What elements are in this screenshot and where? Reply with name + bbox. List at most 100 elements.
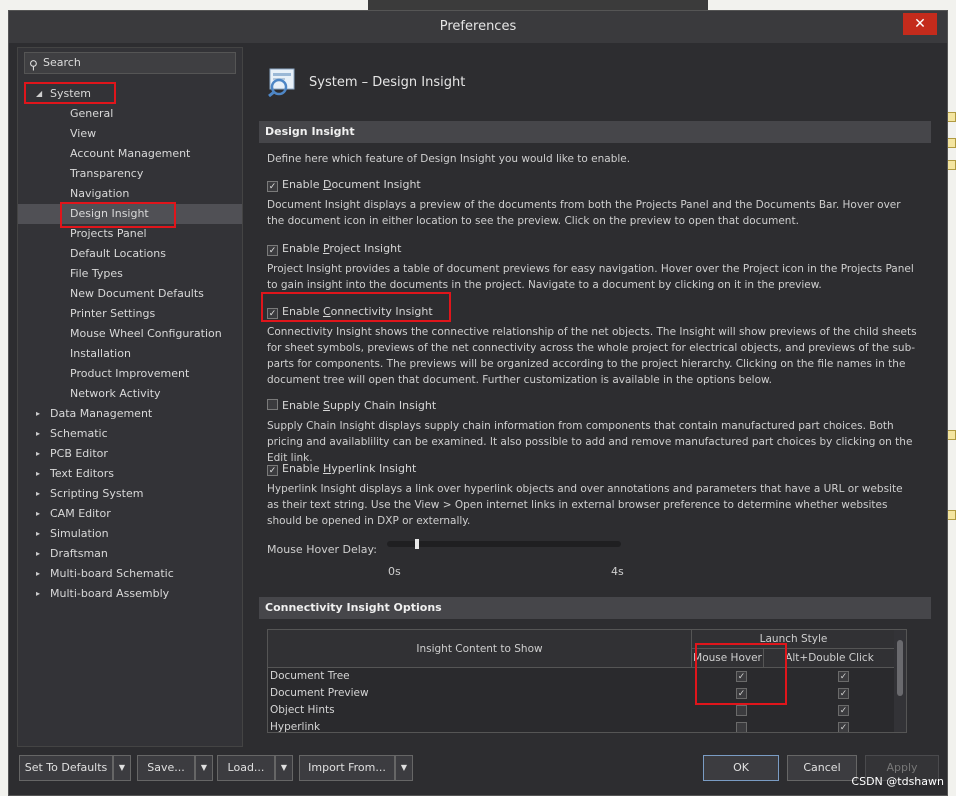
section-connectivity-options: Connectivity Insight Options (259, 597, 931, 619)
checkbox-label: ocument Insight (331, 178, 421, 191)
tree-item-file-types[interactable]: File Types (18, 264, 242, 284)
tree-item-general[interactable]: General (18, 104, 242, 124)
set-to-defaults-button[interactable]: Set To Defaults (19, 755, 113, 781)
tree-item-label: Simulation (50, 527, 109, 540)
alt-double-click-checkbox[interactable]: ✓ (838, 671, 849, 682)
checkbox-icon: ✓ (267, 245, 278, 256)
cancel-button[interactable]: Cancel (787, 755, 857, 781)
enable-hyperlink-insight-checkbox[interactable]: ✓ Enable Hyperlink Insight (267, 461, 416, 477)
scrollbar-thumb[interactable] (897, 640, 903, 696)
tree-item-simulation[interactable]: ▸ Simulation (18, 524, 242, 544)
slider-thumb[interactable] (415, 539, 419, 549)
section-design-insight: Design Insight (259, 121, 931, 143)
dialog-footer: Set To Defaults ▼ Save... ▼ Load... ▼ Im… (9, 753, 947, 795)
tree-item-label: Multi-board Schematic (50, 567, 174, 580)
col-header-content: Insight Content to Show (268, 630, 692, 668)
save-dropdown[interactable]: ▼ (195, 755, 213, 781)
tree-item-account-management[interactable]: Account Management (18, 144, 242, 164)
tree-item-cam-editor[interactable]: ▸ CAM Editor (18, 504, 242, 524)
tree-item-new-document-defaults[interactable]: New Document Defaults (18, 284, 242, 304)
slider-max-label: 4s (611, 565, 624, 578)
import-from-dropdown[interactable]: ▼ (395, 755, 413, 781)
collapsed-arrow-icon[interactable]: ▸ (36, 444, 40, 464)
enable-project-insight-checkbox[interactable]: ✓ Enable Project Insight (267, 241, 401, 257)
tree-item-draftsman[interactable]: ▸ Draftsman (18, 544, 242, 564)
grid-row: Document Tree ✓ ✓ (268, 668, 894, 685)
grid-scrollbar[interactable] (894, 630, 906, 732)
tree-item-installation[interactable]: Installation (18, 344, 242, 364)
hyperlink-insight-description: Hyperlink Insight displays a link over h… (267, 483, 903, 527)
collapsed-arrow-icon[interactable]: ▸ (36, 504, 40, 524)
highlight-box-connectivity (261, 292, 451, 322)
collapsed-arrow-icon[interactable]: ▸ (36, 484, 40, 504)
tree-item-label: General (70, 107, 114, 120)
tree-item-view[interactable]: View (18, 124, 242, 144)
grid-row: Hyperlink ✓ (268, 719, 894, 732)
grid-row-label: Object Hints (270, 704, 335, 716)
tree-item-default-locations[interactable]: Default Locations (18, 244, 242, 264)
import-from-button[interactable]: Import From... (299, 755, 395, 781)
tree-item-scripting-system[interactable]: ▸ Scripting System (18, 484, 242, 504)
tree-item-label: Scripting System (50, 487, 144, 500)
tree-item-printer-settings[interactable]: Printer Settings (18, 304, 242, 324)
enable-supply-chain-insight-checkbox[interactable]: Enable Supply Chain Insight (267, 398, 436, 414)
tree-item-label: Multi-board Assembly (50, 587, 170, 600)
tree-item-label: Navigation (70, 187, 130, 200)
tree-item-label: Draftsman (50, 547, 108, 560)
tree-item-transparency[interactable]: Transparency (18, 164, 242, 184)
tree-item-label: Default Locations (70, 247, 166, 260)
collapsed-arrow-icon[interactable]: ▸ (36, 424, 40, 444)
collapsed-arrow-icon[interactable]: ▸ (36, 524, 40, 544)
tree-item-label: File Types (70, 267, 123, 280)
search-input[interactable]: ⚲ Search (24, 52, 236, 74)
mouse-hover-checkbox[interactable] (736, 722, 747, 732)
tree-item-text-editors[interactable]: ▸ Text Editors (18, 464, 242, 484)
tree-item-mouse-wheel-configuration[interactable]: Mouse Wheel Configuration (18, 324, 242, 344)
tree-item-schematic[interactable]: ▸ Schematic (18, 424, 242, 444)
highlight-box-system (24, 82, 116, 104)
mouse-hover-delay-slider[interactable] (387, 539, 621, 549)
mouse-hover-checkbox[interactable] (736, 705, 747, 716)
tree-item-multi-board-schematic[interactable]: ▸ Multi-board Schematic (18, 564, 242, 584)
search-placeholder: Search (43, 56, 81, 69)
tree-item-multi-board-assembly[interactable]: ▸ Multi-board Assembly (18, 584, 242, 604)
tree-item-navigation[interactable]: Navigation (18, 184, 242, 204)
collapsed-arrow-icon[interactable]: ▸ (36, 564, 40, 584)
tree-item-label: Projects Panel (70, 227, 147, 240)
checkbox-label: Enable (282, 242, 323, 255)
load-button[interactable]: Load... (217, 755, 275, 781)
collapsed-arrow-icon[interactable]: ▸ (36, 544, 40, 564)
tree-item-label: Text Editors (50, 467, 115, 480)
alt-double-click-checkbox[interactable]: ✓ (838, 705, 849, 716)
checkbox-label: Enable (282, 462, 323, 475)
tree-item-network-activity[interactable]: Network Activity (18, 384, 242, 404)
alt-double-click-checkbox[interactable]: ✓ (838, 688, 849, 699)
tree-item-pcb-editor[interactable]: ▸ PCB Editor (18, 444, 242, 464)
alt-double-click-checkbox[interactable]: ✓ (838, 722, 849, 732)
load-dropdown[interactable]: ▼ (275, 755, 293, 781)
save-button[interactable]: Save... (137, 755, 195, 781)
checkbox-label: Enable (282, 178, 323, 191)
tree-item-product-improvement[interactable]: Product Improvement (18, 364, 242, 384)
title-bar: Preferences ✕ (9, 11, 947, 43)
checkbox-label: yperlink Insight (331, 462, 417, 475)
checkbox-label-accel: H (322, 462, 332, 475)
collapsed-arrow-icon[interactable]: ▸ (36, 404, 40, 424)
supply-chain-insight-description: Supply Chain Insight displays supply cha… (267, 420, 913, 464)
checkbox-icon: ✓ (267, 181, 278, 192)
tree-item-label: Installation (70, 347, 131, 360)
collapsed-arrow-icon[interactable]: ▸ (36, 584, 40, 604)
checkbox-icon (267, 399, 278, 410)
tree-item-data-management[interactable]: ▸ Data Management (18, 404, 242, 424)
watermark: CSDN @tdshawn (851, 775, 944, 788)
close-button[interactable]: ✕ (903, 13, 937, 35)
tree-item-label: Transparency (70, 167, 144, 180)
tree-item-label: Account Management (70, 147, 191, 160)
enable-document-insight-checkbox[interactable]: ✓ Enable Document Insight (267, 177, 421, 193)
category-pane: ⚲ Search ◢ System General View Account Manag… (17, 47, 243, 747)
checkbox-label: roject Insight (329, 242, 402, 255)
ok-button[interactable]: OK (703, 755, 779, 781)
collapsed-arrow-icon[interactable]: ▸ (36, 464, 40, 484)
set-to-defaults-dropdown[interactable]: ▼ (113, 755, 131, 781)
connectivity-insight-description: Connectivity Insight shows the connectiv… (267, 326, 917, 386)
